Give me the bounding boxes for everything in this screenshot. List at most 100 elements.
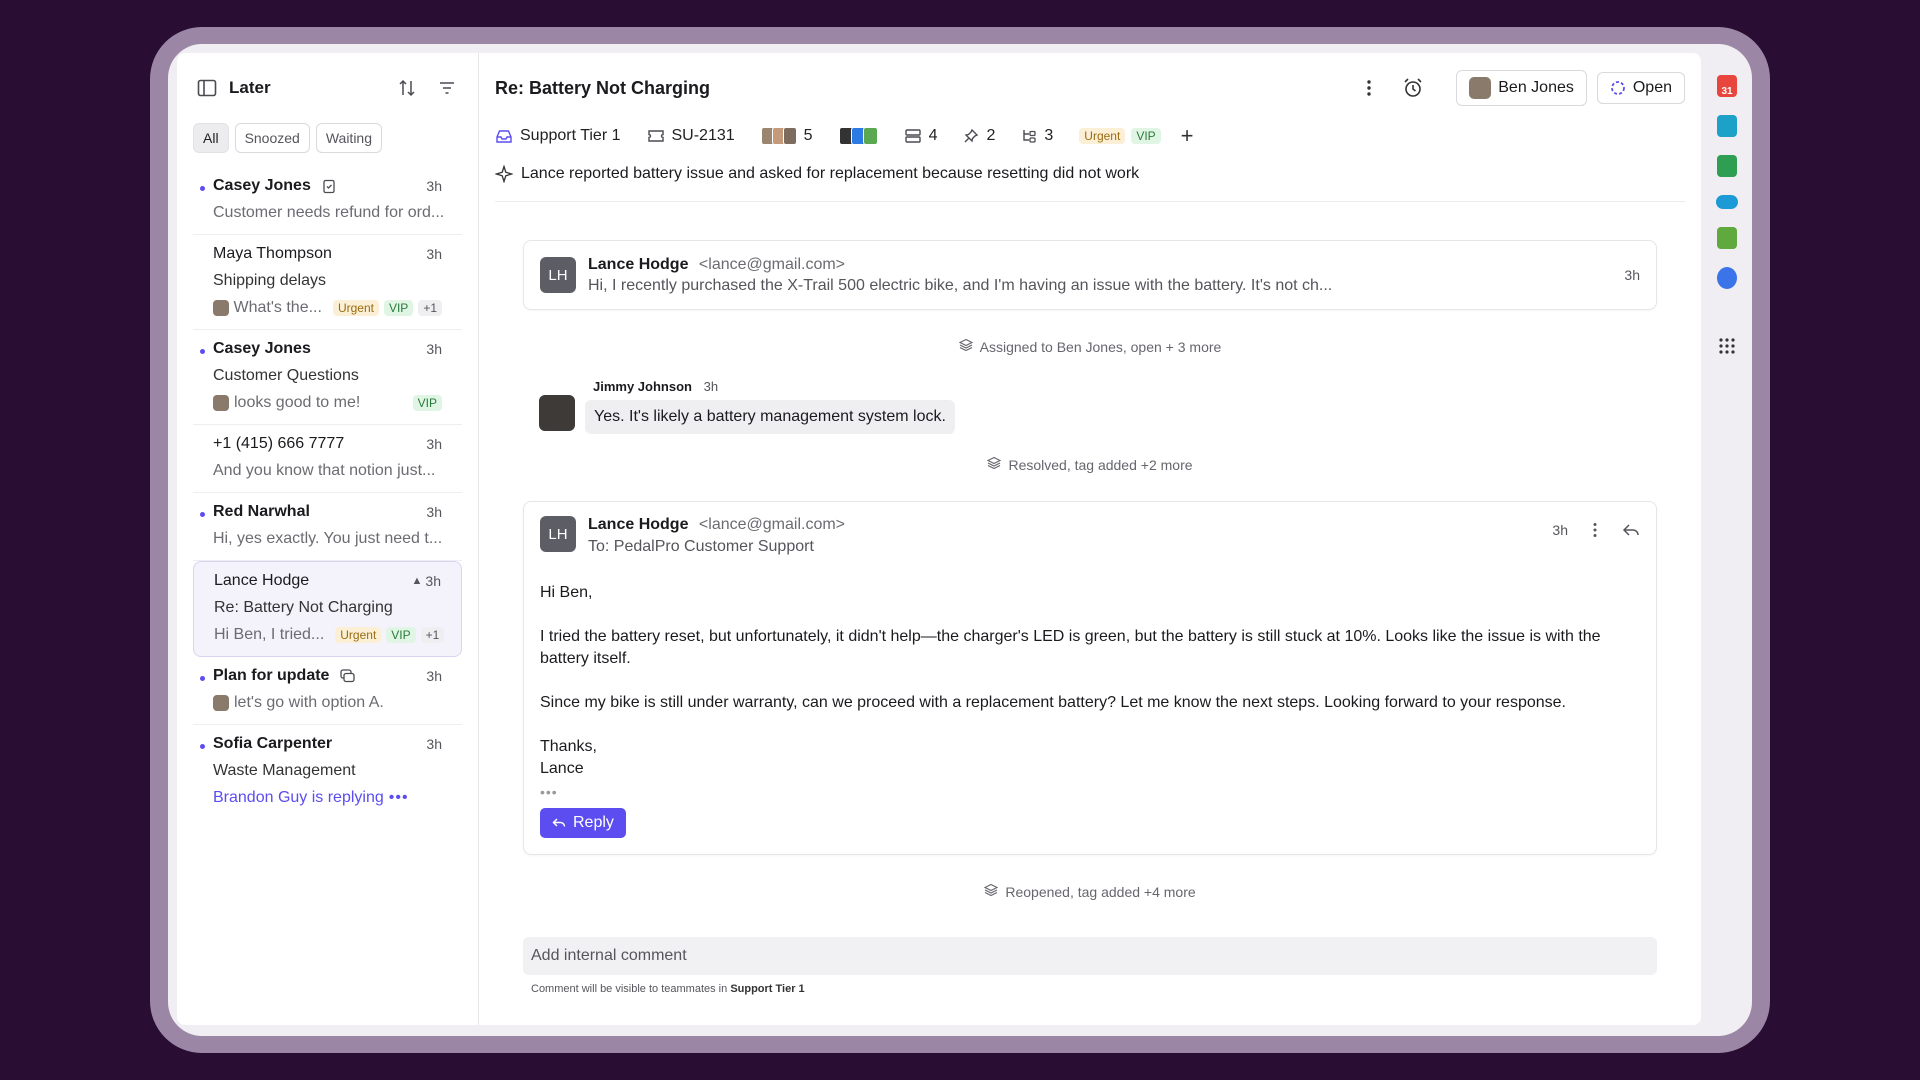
conversation-panel: Re: Battery Not Charging Ben Jones Open: [479, 53, 1701, 1025]
links-count: 3: [1044, 127, 1054, 144]
message-paragraph: Since my bike is still under warranty, c…: [540, 694, 1566, 711]
more-tags: +1: [420, 627, 445, 643]
calendar-icon[interactable]: 31: [1717, 75, 1737, 97]
status-button[interactable]: Open: [1596, 72, 1685, 104]
snooze-alarm-icon[interactable]: [1402, 77, 1424, 99]
reply-icon[interactable]: [1622, 522, 1640, 538]
participant-avatars: [760, 127, 797, 145]
integration-logos-icon: [838, 127, 878, 145]
reply-button[interactable]: Reply: [540, 808, 626, 838]
tab-waiting[interactable]: Waiting: [315, 123, 383, 153]
item-preview: Hi Ben, I tried...: [214, 626, 325, 643]
shopify-icon[interactable]: [1717, 227, 1737, 249]
recipient: To: PedalPro Customer Support: [588, 538, 814, 555]
summary-text: Lance reported battery issue and asked f…: [521, 165, 1140, 182]
urgent-tag[interactable]: Urgent: [1079, 128, 1126, 144]
vip-tag[interactable]: VIP: [1131, 128, 1161, 144]
participant-count: 5: [803, 127, 813, 144]
conversation-list: Casey Jones 3h Customer needs refund for…: [193, 167, 462, 819]
typing-indicator-text: Brandon Guy is replying: [213, 789, 384, 806]
item-time: 3h: [425, 573, 441, 589]
integrations-rail: 31: [1712, 75, 1742, 360]
item-subject: Waste Management: [213, 762, 356, 779]
avatar: [213, 300, 229, 316]
message-snippet: Hi, I recently purchased the X-Trail 500…: [588, 276, 1333, 294]
item-subject: Shipping delays: [213, 272, 326, 289]
assignee-button[interactable]: Ben Jones: [1456, 70, 1587, 106]
integrations-chip[interactable]: [838, 127, 878, 145]
message-card-expanded: LH Lance Hodge <lance@gmail.com> To: Ped…: [523, 501, 1657, 855]
messages-icon: [904, 128, 922, 144]
contacts-icon[interactable]: [1717, 115, 1737, 137]
tab-snoozed[interactable]: Snoozed: [234, 123, 310, 153]
reply-status-icon: ▲: [411, 575, 423, 587]
more-options-icon[interactable]: [1366, 79, 1372, 97]
layers-icon: [984, 883, 999, 900]
more-options-icon[interactable]: [1592, 522, 1598, 538]
add-tag-icon[interactable]: +: [1181, 123, 1194, 149]
item-preview: Hi, yes exactly. You just need t...: [213, 530, 443, 547]
list-item-selected[interactable]: Lance Hodge ▲ 3h Re: Battery Not Chargin…: [193, 561, 462, 657]
contact-name: Casey Jones: [213, 340, 311, 357]
list-item[interactable]: +1 (415) 666 7777 3h And you know that n…: [193, 425, 462, 493]
participants-chip[interactable]: 5: [760, 127, 813, 145]
internal-chat-message: Jimmy Johnson 3h Yes. It's likely a batt…: [523, 379, 1657, 434]
linear-icon[interactable]: [1717, 267, 1737, 289]
activity-event[interactable]: Resolved, tag added +2 more: [523, 456, 1657, 473]
sort-icon[interactable]: [398, 79, 416, 97]
unread-dot: [200, 186, 205, 191]
ticket-id-chip[interactable]: SU-2131: [647, 127, 735, 145]
assignee-name: Ben Jones: [1498, 79, 1574, 96]
item-time: 3h: [426, 436, 442, 452]
unread-dot: [200, 349, 205, 354]
urgent-tag: Urgent: [332, 300, 379, 316]
message-signoff: Thanks,: [540, 738, 597, 755]
inbox-chip[interactable]: Support Tier 1: [495, 127, 621, 145]
conversation-sidebar: Later All Snoozed Waiting Casey Jones 3h…: [177, 53, 479, 1025]
vip-tag: VIP: [383, 300, 414, 316]
apps-grid-icon[interactable]: [1718, 337, 1736, 360]
pins-chip[interactable]: 2: [963, 127, 995, 145]
internal-comment-input[interactable]: Add internal comment: [523, 937, 1657, 975]
inbox-name: Support Tier 1: [520, 127, 621, 144]
contact-name: Red Narwhal: [213, 503, 310, 520]
activity-event[interactable]: Assigned to Ben Jones, open + 3 more: [523, 338, 1657, 355]
sender-avatar: LH: [540, 257, 576, 293]
activity-event[interactable]: Reopened, tag added +4 more: [523, 883, 1657, 900]
event-text: Reopened, tag added +4 more: [1005, 883, 1196, 900]
sender-email: <lance@gmail.com>: [698, 255, 846, 273]
filter-icon[interactable]: [438, 79, 456, 97]
sidebar-toggle-icon[interactable]: [197, 79, 217, 97]
vip-tag: VIP: [386, 627, 416, 643]
sender-email: <lance@gmail.com>: [698, 516, 846, 533]
typing-dots-icon: •••: [388, 789, 409, 806]
layers-icon: [958, 338, 973, 355]
message-signature: Lance: [540, 760, 584, 777]
list-item[interactable]: Red Narwhal 3h Hi, yes exactly. You just…: [193, 493, 462, 561]
item-time: 3h: [426, 341, 442, 357]
show-quoted-text-icon[interactable]: •••: [540, 784, 1640, 800]
salesforce-icon[interactable]: [1716, 195, 1738, 209]
chat-icon: [339, 668, 356, 684]
unread-dot: [200, 676, 205, 681]
comment-hint-team: Support Tier 1: [730, 983, 805, 995]
book-icon[interactable]: [1717, 155, 1737, 177]
list-item[interactable]: Maya Thompson 3h Shipping delays What's …: [193, 235, 462, 330]
message-body: Hi Ben, I tried the battery reset, but u…: [540, 582, 1640, 838]
unread-dot: [200, 744, 205, 749]
list-item[interactable]: Casey Jones 3h Customer Questions looks …: [193, 330, 462, 425]
list-item[interactable]: Casey Jones 3h Customer needs refund for…: [193, 167, 462, 235]
links-chip[interactable]: 3: [1021, 127, 1053, 145]
item-preview: Customer needs refund for ord...: [213, 204, 445, 221]
conversation-title: Re: Battery Not Charging: [495, 77, 711, 98]
list-item[interactable]: Sofia Carpenter 3h Waste Management Bran…: [193, 725, 462, 819]
message-greeting: Hi Ben,: [540, 584, 593, 601]
tab-all[interactable]: All: [193, 123, 229, 153]
messages-chip[interactable]: 4: [904, 127, 937, 145]
contact-name: Plan for update: [213, 667, 330, 684]
message-time: 3h: [1552, 522, 1568, 538]
item-preview: looks good to me!: [234, 394, 361, 411]
list-item[interactable]: Plan for update 3h let's go with option …: [193, 657, 462, 725]
message-thread: LH Lance Hodge <lance@gmail.com> Hi, I r…: [495, 240, 1685, 900]
message-card-collapsed[interactable]: LH Lance Hodge <lance@gmail.com> Hi, I r…: [523, 240, 1657, 310]
